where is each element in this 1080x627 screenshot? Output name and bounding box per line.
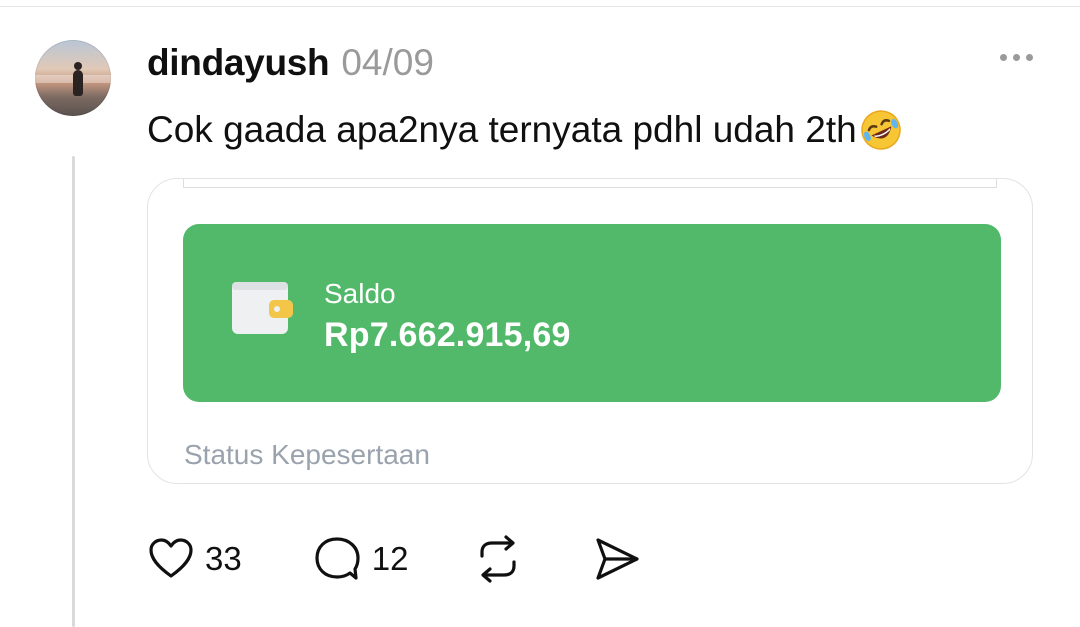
like-button[interactable]: 33 [147,535,242,583]
comment-button[interactable]: 12 [312,534,409,584]
saldo-value: Rp7.662.915,69 [324,316,571,354]
post-date: 04/09 [341,42,434,83]
post-text-content: Cok gaada apa2nya ternyata pdhl udah 2th [147,109,857,150]
comment-icon [315,537,360,580]
more-dot [1000,54,1007,61]
like-count: 33 [205,540,242,577]
status-kepesertaan-label: Status Kepesertaan [184,439,430,470]
media-inner-border [183,179,997,188]
media-attachment[interactable]: Saldo Rp7.662.915,69 Status Kepesertaan [147,178,1033,484]
comment-count: 12 [371,540,409,577]
saldo-card: Saldo Rp7.662.915,69 [183,224,1001,402]
wallet-icon [232,282,293,334]
share-button[interactable] [592,534,642,584]
post-text: Cok gaada apa2nya ternyata pdhl udah 2th [147,108,903,152]
avatar[interactable] [35,40,111,116]
heart-icon [149,538,193,578]
more-dot [1013,54,1020,61]
username[interactable]: dindayush [147,42,330,84]
top-divider [0,6,1080,7]
more-dot [1026,54,1033,61]
repost-icon [480,535,517,583]
post-header: dindayush 04/09 [147,42,434,84]
saldo-label: Saldo [324,278,396,309]
rolling-on-floor-laughing-emoji [860,110,901,150]
thread-line [72,156,75,627]
post-actions: 33 12 [147,534,642,584]
repost-button[interactable] [472,534,524,584]
share-icon [596,538,640,580]
more-icon[interactable] [1000,54,1033,61]
avatar-person [73,62,83,96]
